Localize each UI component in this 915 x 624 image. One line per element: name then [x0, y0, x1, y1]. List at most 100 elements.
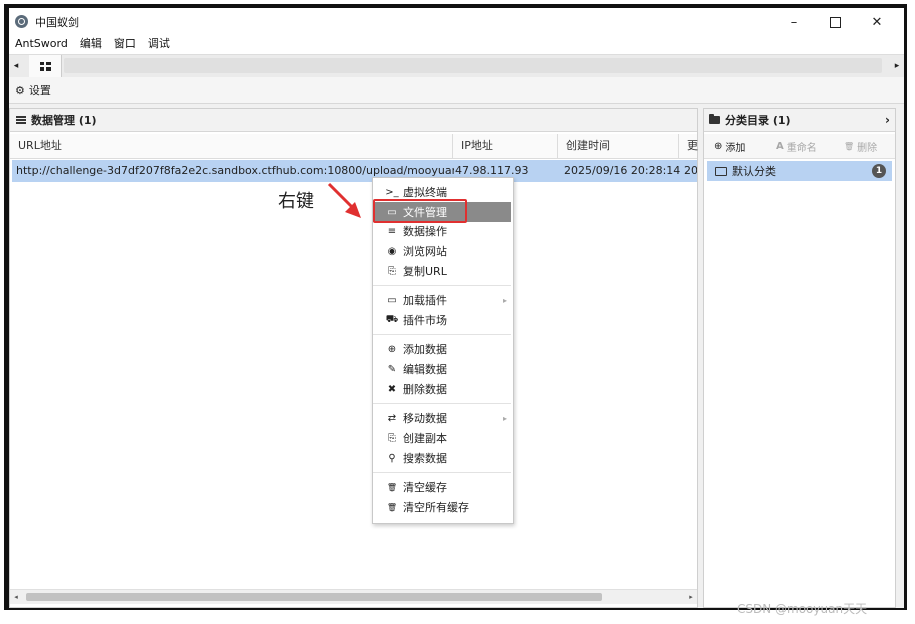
terminal-icon: >_	[385, 186, 399, 198]
tab-home[interactable]	[29, 55, 62, 77]
folder-open-icon	[715, 166, 727, 176]
count-badge: 1	[872, 164, 886, 178]
horizontal-scrollbar[interactable]: ◂ ▸	[10, 589, 697, 604]
menu-edit[interactable]: 编辑	[74, 36, 108, 54]
table-row[interactable]: http://challenge-3d7df207f8fa2e2c.sandbo…	[12, 160, 697, 182]
rename-category-label: 重命名	[786, 143, 817, 154]
chrome-icon: ◉	[387, 245, 397, 257]
column-header-created[interactable]: 创建时间	[558, 134, 679, 158]
submenu-arrow-icon: ▸	[502, 295, 507, 305]
menu-item-label: 插件市场	[403, 314, 447, 327]
scrollbar-thumb[interactable]	[26, 593, 602, 601]
menu-item-create-copy[interactable]: ⎘ 创建副本	[373, 428, 511, 448]
annotation-label: 右键	[278, 191, 314, 212]
edit-icon: ✎	[387, 363, 397, 375]
category-panel-header: 分类目录 (1) ›	[704, 109, 895, 132]
title-bar: 中国蚁剑 – ✕	[9, 8, 904, 36]
trash-icon: 🗑	[844, 142, 855, 151]
menu-item-label: 复制URL	[403, 265, 447, 278]
menu-separator	[373, 285, 511, 286]
delete-category-label: 删除	[857, 143, 878, 154]
menu-item-label: 浏览网站	[403, 245, 447, 258]
annotation-arrow-icon	[327, 182, 361, 218]
window-title: 中国蚁剑	[35, 16, 79, 29]
rename-category-button[interactable]: A 重命名	[776, 139, 817, 154]
menu-item-label: 搜索数据	[403, 452, 447, 465]
share-icon: ⇄	[387, 412, 397, 424]
antsword-logo-icon	[15, 15, 28, 28]
menu-separator	[373, 472, 511, 473]
row-updated: 20	[684, 164, 697, 177]
menu-debug[interactable]: 调试	[142, 36, 176, 54]
menu-item-label: 删除数据	[403, 383, 447, 396]
menu-item-clear-all-cache[interactable]: 🗑 清空所有缓存	[373, 497, 511, 517]
close-button[interactable]: ✕	[857, 8, 897, 36]
tab-scroll-left-button[interactable]: ◂	[11, 58, 21, 74]
menu-item-label: 数据操作	[403, 225, 447, 238]
list-icon	[16, 116, 26, 124]
scroll-right-icon[interactable]: ▸	[685, 590, 697, 604]
menu-item-label: 编辑数据	[403, 363, 447, 376]
menu-item-label: 加载插件	[403, 294, 447, 307]
settings-button[interactable]: ⚙ 设置	[15, 82, 51, 98]
settings-label: 设置	[28, 84, 51, 97]
chevron-right-icon[interactable]: ›	[885, 113, 890, 127]
add-category-button[interactable]: ⊕ 添加	[714, 139, 745, 154]
menu-item-label: 创建副本	[403, 432, 447, 445]
menu-item-copy-url[interactable]: ⎘ 复制URL	[373, 261, 511, 281]
menu-item-browse-site[interactable]: ◉ 浏览网站	[373, 241, 511, 261]
menu-window[interactable]: 窗口	[108, 36, 142, 54]
delete-category-button[interactable]: 🗑 删除	[844, 139, 877, 154]
menu-antsword[interactable]: AntSword	[9, 36, 74, 54]
grid-icon	[39, 61, 51, 71]
category-panel-title: 分类目录 (1)	[725, 114, 791, 127]
minimize-button[interactable]: –	[774, 8, 814, 36]
tab-strip: ◂ ▸	[9, 54, 904, 78]
table-header: URL地址 IP地址 创建时间 更	[10, 134, 699, 159]
data-panel-title: 数据管理 (1)	[31, 114, 97, 127]
scroll-left-icon[interactable]: ◂	[10, 590, 22, 604]
close-icon: ✖	[387, 383, 397, 395]
tab-scroll-track[interactable]	[64, 58, 882, 73]
menu-item-edit-data[interactable]: ✎ 编辑数据	[373, 359, 511, 379]
annotation-highlight-box	[373, 199, 467, 223]
menu-item-data-operation[interactable]: ≡ 数据操作	[373, 221, 511, 241]
trash-icon: 🗑	[386, 482, 398, 492]
menu-item-plugin-market[interactable]: ⛟ 插件市场	[373, 310, 511, 330]
menu-item-move-data[interactable]: ⇄ 移动数据 ▸	[373, 408, 511, 428]
folder-icon	[709, 114, 720, 124]
column-header-url[interactable]: URL地址	[10, 134, 453, 158]
add-category-label: 添加	[725, 143, 746, 154]
copy-icon: ⎘	[388, 432, 396, 444]
menu-item-add-data[interactable]: ⊕ 添加数据	[373, 339, 511, 359]
context-menu: >_ 虚拟终端 ▭ 文件管理 ≡ 数据操作 ◉ 浏览网站 ⎘ 复制URL ▭ 加…	[372, 177, 514, 524]
menu-item-label: 移动数据	[403, 412, 447, 425]
folder-icon: ▭	[387, 294, 397, 306]
tab-scroll-right-button[interactable]: ▸	[892, 58, 902, 74]
menu-bar: AntSword 编辑 窗口 调试	[9, 36, 904, 54]
column-header-ip[interactable]: IP地址	[453, 134, 558, 158]
category-panel: 分类目录 (1) › ⊕ 添加 A 重命名 🗑 删除 默认分类 1	[703, 108, 896, 608]
menu-separator	[373, 334, 511, 335]
search-icon: ⚲	[388, 452, 396, 464]
database-icon: ≡	[387, 225, 397, 237]
font-icon: A	[776, 141, 784, 152]
data-panel-header: 数据管理 (1)	[10, 109, 697, 132]
maximize-button[interactable]	[815, 8, 855, 36]
category-item-label: 默认分类	[732, 165, 776, 178]
category-item-default[interactable]: 默认分类 1	[707, 161, 892, 181]
trash-icon: 🗑	[386, 502, 398, 512]
plus-circle-icon: ⊕	[387, 343, 397, 355]
copy-icon: ⎘	[388, 265, 396, 277]
column-header-updated[interactable]: 更	[679, 134, 699, 158]
watermark: CSDN @mooyuan天天	[737, 602, 868, 616]
menu-item-load-plugin[interactable]: ▭ 加载插件 ▸	[373, 290, 511, 310]
menu-item-label: 添加数据	[403, 343, 447, 356]
menu-item-delete-data[interactable]: ✖ 删除数据	[373, 379, 511, 399]
gear-icon: ⚙	[15, 83, 25, 97]
cart-icon: ⛟	[385, 313, 399, 325]
menu-item-clear-cache[interactable]: 🗑 清空缓存	[373, 477, 511, 497]
maximize-icon	[829, 16, 841, 28]
menu-item-label: 虚拟终端	[403, 186, 447, 199]
menu-item-search-data[interactable]: ⚲ 搜索数据	[373, 448, 511, 468]
